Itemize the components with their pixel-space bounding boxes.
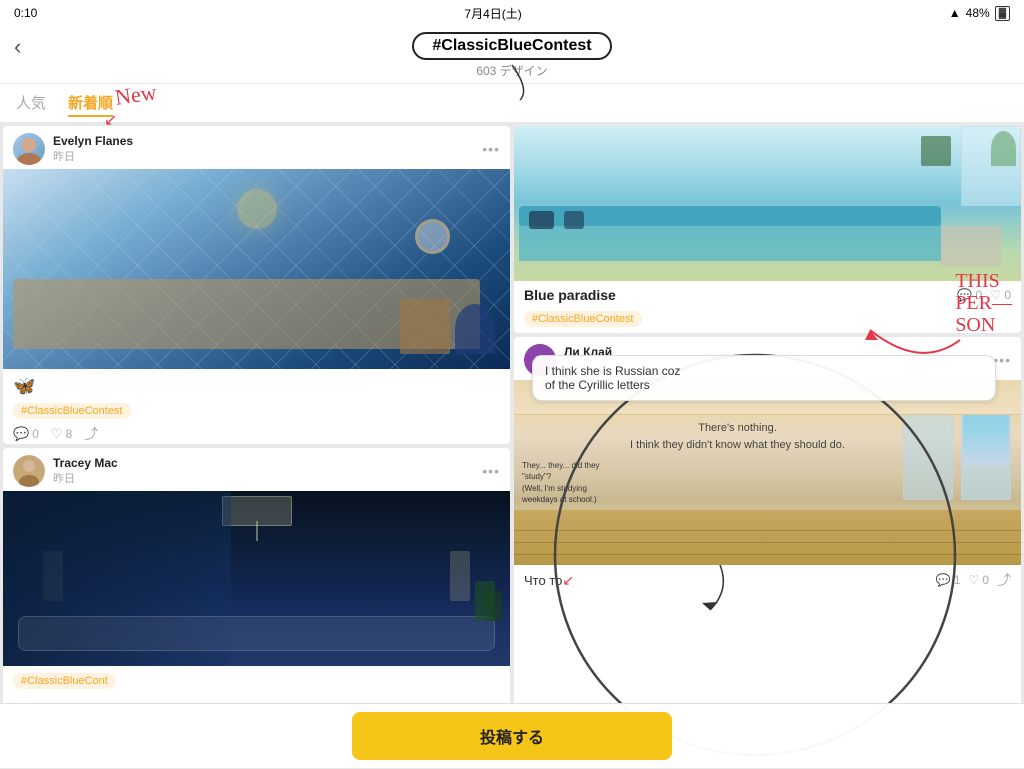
post-user-tracey: Tracey Mac 昨日 xyxy=(13,455,118,487)
left-column: Evelyn Flanes 昨日 ••• xyxy=(0,123,512,769)
evelyn-share-btn[interactable]: ⤴ xyxy=(84,424,98,444)
evelyn-more-btn[interactable]: ••• xyxy=(482,141,500,157)
post-card-li-klai: ?? Ли Клай 昨日 ••• xyxy=(514,337,1021,766)
avatar-evelyn xyxy=(13,133,45,165)
evelyn-time: 昨日 xyxy=(53,148,133,164)
blueparadise-title-area: Blue paradise 💬 0 ♡ 0 xyxy=(514,281,1021,307)
tracey-time: 昨日 xyxy=(53,470,118,486)
tracey-more-btn[interactable]: ••• xyxy=(482,463,500,479)
tracey-footer: #ClassicBlueCont xyxy=(3,666,510,697)
wifi-icon: ▲ xyxy=(949,6,961,20)
blueparadise-tag: #ClassicBlueContest xyxy=(524,311,642,327)
evelyn-name: Evelyn Flanes xyxy=(53,134,133,148)
tracey-tag: #ClassicBlueCont xyxy=(13,673,116,689)
evelyn-post-image xyxy=(3,169,510,369)
comment-icon: 💬 xyxy=(13,426,29,442)
content-grid: Evelyn Flanes 昨日 ••• xyxy=(0,123,1024,769)
tracey-post-image xyxy=(3,491,510,666)
li-comment-btn[interactable]: 💬 1 xyxy=(936,573,961,587)
evelyn-butterfly-icon: 🦋 xyxy=(13,376,500,397)
tab-newest[interactable]: 新着順 xyxy=(68,92,113,117)
post-header-evelyn: Evelyn Flanes 昨日 ••• xyxy=(3,126,510,169)
heart-icon: ♡ xyxy=(51,426,63,442)
blueparadise-title: Blue paradise xyxy=(524,287,616,303)
blueparadise-image xyxy=(514,126,1021,281)
tracey-name: Tracey Mac xyxy=(53,456,118,470)
evelyn-actions: 💬 0 ♡ 8 ⤴ xyxy=(13,424,500,444)
post-user-evelyn: Evelyn Flanes 昨日 xyxy=(13,133,133,165)
li-share-btn[interactable]: ⤴ xyxy=(997,570,1011,590)
blueparadise-actions: 💬 0 ♡ 0 xyxy=(957,288,1011,302)
evelyn-comment-btn[interactable]: 💬 0 xyxy=(13,426,39,442)
status-date: 7月4日(土) xyxy=(464,5,521,22)
header-subtitle: 603 デザイン xyxy=(476,62,547,79)
avatar-tracey xyxy=(13,455,45,487)
evelyn-tag: #ClassicBlueContest xyxy=(13,403,131,419)
status-bar: 0:10 7月4日(土) ▲ 48% ▓ xyxy=(0,0,1024,26)
evelyn-footer: 🦋 #ClassicBlueContest 💬 0 ♡ 8 ⤴ xyxy=(3,369,510,444)
what-arrow: ↙ xyxy=(562,572,574,589)
bp-comment-btn[interactable]: 💬 0 xyxy=(957,288,982,302)
li-klai-image: There's nothing. I think they didn't kno… xyxy=(514,380,1021,565)
evelyn-like-count: 8 xyxy=(66,427,73,441)
li-like-btn[interactable]: ♡ 0 xyxy=(969,573,989,587)
tabs-bar: 人気 新着順 xyxy=(0,84,1024,123)
what-text: Что то xyxy=(524,573,562,588)
header: ‹ #ClassicBlueContest 603 デザイン xyxy=(0,26,1024,84)
post-header-tracey: Tracey Mac 昨日 ••• xyxy=(3,448,510,491)
status-time: 0:10 xyxy=(14,6,37,20)
evelyn-comment-count: 0 xyxy=(32,427,39,441)
post-card-blueparadise: Blue paradise 💬 0 ♡ 0 #ClassicBlueContes… xyxy=(514,126,1021,333)
status-right: ▲ 48% ▓ xyxy=(949,6,1010,21)
back-button[interactable]: ‹ xyxy=(14,34,21,60)
right-column: Blue paradise 💬 0 ♡ 0 #ClassicBlueContes… xyxy=(512,123,1024,769)
bp-like-btn[interactable]: ♡ 0 xyxy=(990,288,1011,302)
submit-button[interactable]: 投稿する xyxy=(352,712,672,760)
tab-popular[interactable]: 人気 xyxy=(16,92,46,117)
russian-comment-bubble: I think she is Russian cozof the Cyrilli… xyxy=(532,355,996,401)
post-card-evelyn: Evelyn Flanes 昨日 ••• xyxy=(3,126,510,444)
header-hashtag-title: #ClassicBlueContest xyxy=(412,32,611,60)
li-klai-footer: Что то ↙ 💬 1 ♡ 0 ⤴ xyxy=(514,565,1021,596)
evelyn-like-btn[interactable]: ♡ 8 xyxy=(51,426,72,442)
battery-text: 48% xyxy=(966,6,990,20)
battery-icon: ▓ xyxy=(995,6,1010,21)
submit-bar: 投稿する xyxy=(0,703,1024,768)
